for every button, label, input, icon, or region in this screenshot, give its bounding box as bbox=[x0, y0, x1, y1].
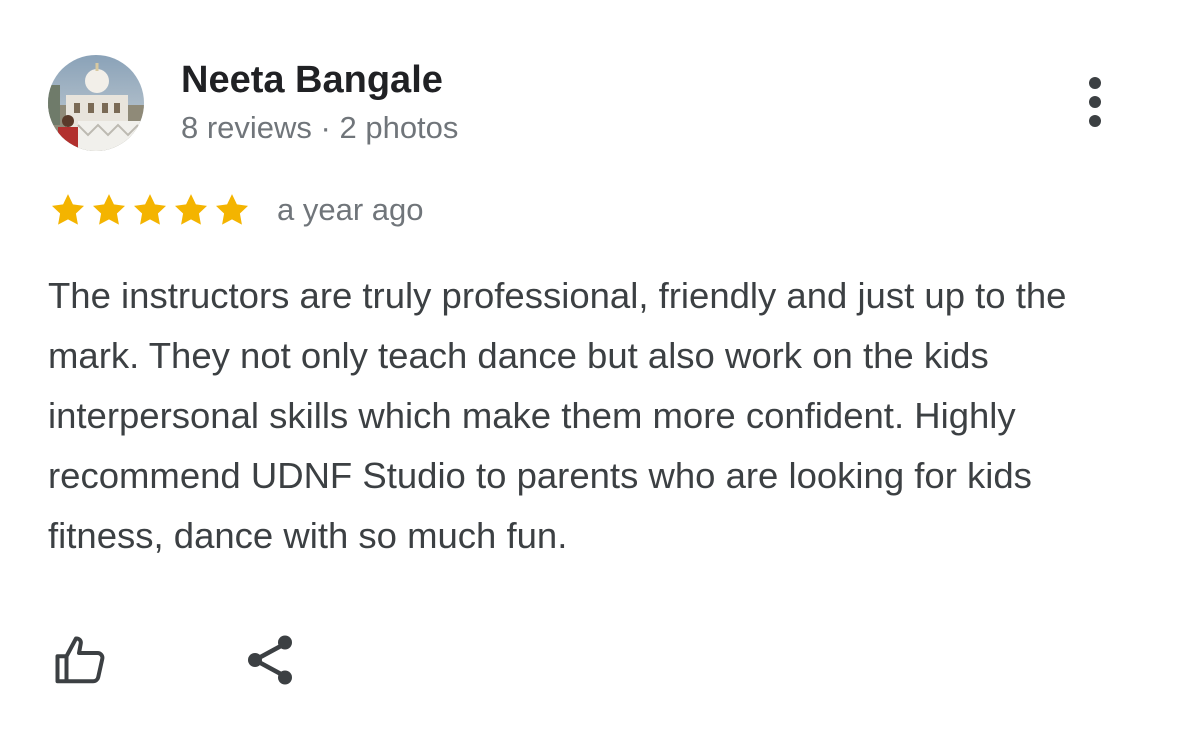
star-icon bbox=[93, 194, 125, 225]
star-icon bbox=[134, 194, 166, 225]
star-icon bbox=[216, 194, 248, 225]
review-text: The instructors are truly professional, … bbox=[48, 275, 1067, 556]
star-icon bbox=[52, 194, 84, 225]
reviewer-stats[interactable]: 8 reviews · 2 photos bbox=[181, 108, 458, 148]
thumbs-up-icon bbox=[55, 636, 105, 684]
rating-row: a year ago bbox=[48, 186, 424, 234]
like-button[interactable] bbox=[48, 628, 112, 692]
avatar-photo bbox=[48, 55, 144, 151]
share-button[interactable] bbox=[238, 628, 302, 692]
reviewer-name[interactable]: Neeta Bangale bbox=[181, 56, 443, 104]
review-actions bbox=[48, 628, 302, 692]
star-rating bbox=[48, 190, 253, 230]
review-date: a year ago bbox=[277, 192, 424, 227]
share-icon bbox=[248, 635, 292, 685]
reviewer-avatar[interactable] bbox=[48, 55, 144, 151]
more-options-button[interactable] bbox=[1071, 72, 1119, 134]
more-vert-icon bbox=[1089, 77, 1101, 127]
star-icon bbox=[175, 194, 207, 225]
